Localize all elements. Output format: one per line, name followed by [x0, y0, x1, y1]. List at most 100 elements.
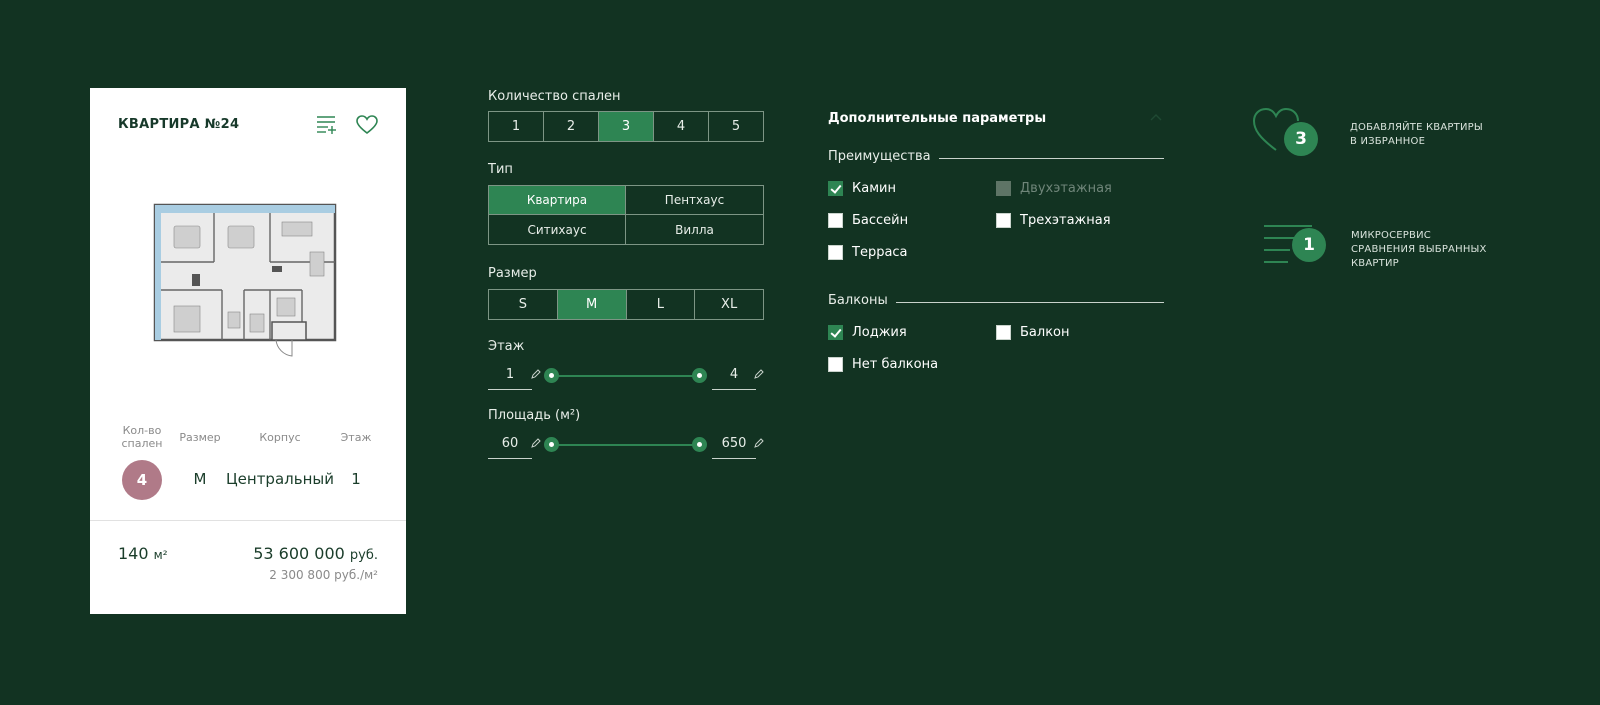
floor-max-handle[interactable] — [692, 368, 707, 383]
checkbox-label: Лоджия — [852, 325, 907, 340]
heart-icon[interactable] — [355, 114, 379, 136]
checkbox-box[interactable] — [828, 181, 843, 196]
floor-range: 1 4 — [488, 362, 764, 392]
favorites-promo-text: ДОБАВЛЯЙТЕ КВАРТИРЫ В ИЗБРАННОЕ — [1350, 121, 1490, 149]
checkbox-label: Бассейн — [852, 213, 909, 228]
checkbox-box[interactable] — [996, 181, 1011, 196]
floor-min-handle[interactable] — [544, 368, 559, 383]
price-per-m2: 2 300 800 руб./м² — [269, 568, 378, 582]
checkbox-label: Терраса — [852, 245, 908, 260]
advantages-title: Преимущества — [828, 149, 939, 164]
compare-count-badge: 1 — [1292, 228, 1326, 262]
advantages-header: Преимущества — [828, 149, 1164, 165]
price-unit: руб. — [349, 548, 378, 563]
checkbox-box[interactable] — [996, 213, 1011, 228]
type-option-cityhouse[interactable]: Ситихаус — [489, 215, 626, 244]
area-range: 60 650 — [488, 431, 764, 461]
size-filter-label: Размер — [488, 266, 537, 281]
checkbox-fireplace[interactable]: Камин — [828, 181, 896, 196]
bedrooms-label: Кол-во спален — [121, 424, 163, 450]
building-label: Корпус — [259, 431, 301, 444]
spec-labels: Кол-во спален Размер Корпус Этаж — [90, 424, 406, 454]
pencil-icon — [531, 369, 541, 379]
price-value: 53 600 000 — [253, 544, 345, 563]
bedrooms-option-1[interactable]: 1 — [489, 112, 544, 141]
pencil-icon — [754, 369, 764, 379]
checkbox-two-storey[interactable]: Двухэтажная — [996, 181, 1112, 196]
checkbox-label: Балкон — [1020, 325, 1070, 340]
checkbox-box[interactable] — [828, 357, 843, 372]
additional-params-title[interactable]: Дополнительные параметры — [828, 111, 1046, 126]
checkbox-three-storey[interactable]: Трехэтажная — [996, 213, 1111, 228]
area-min-input[interactable]: 60 — [488, 431, 532, 459]
size-option-s[interactable]: S — [489, 290, 558, 319]
checkbox-box[interactable] — [828, 245, 843, 260]
bedrooms-option-4[interactable]: 4 — [654, 112, 709, 141]
checkbox-pool[interactable]: Бассейн — [828, 213, 908, 228]
bedrooms-option-3[interactable]: 3 — [599, 112, 654, 141]
floor-slider-track[interactable] — [551, 375, 699, 377]
card-title: КВАРТИРА №24 — [118, 117, 240, 132]
balconies-title: Балконы — [828, 293, 896, 308]
checkbox-loggia[interactable]: Лоджия — [828, 325, 907, 340]
compare-promo[interactable]: 1 МИКРОСЕРВИС СРАВНЕНИЯ ВЫБРАННЫХ КВАРТИ… — [1262, 224, 1486, 284]
compare-promo-text: МИКРОСЕРВИС СРАВНЕНИЯ ВЫБРАННЫХ КВАРТИР — [1351, 229, 1491, 271]
type-option-apartment[interactable]: Квартира — [489, 186, 626, 215]
price: 53 600 000 руб. — [253, 544, 378, 563]
spec-values: 4 M Центральный 1 — [90, 460, 406, 502]
area-slider-track[interactable] — [551, 444, 699, 446]
floor-label: Этаж — [340, 431, 372, 444]
card-divider — [90, 520, 406, 521]
type-option-villa[interactable]: Вилла — [626, 215, 763, 244]
checkbox-label: Трехэтажная — [1020, 213, 1111, 228]
compare-text-line: КВАРТИР — [1351, 258, 1399, 269]
favorites-text-line: ДОБАВЛЯЙТЕ КВАРТИРЫ — [1350, 122, 1483, 133]
size-value: M — [193, 470, 207, 488]
compare-text-line: СРАВНЕНИЯ ВЫБРАННЫХ — [1351, 244, 1487, 255]
area-value: 140 — [118, 544, 149, 563]
floor-value: 1 — [351, 470, 361, 488]
type-filter-label: Тип — [488, 162, 513, 177]
area: 140 м² — [118, 544, 168, 563]
checkbox-box[interactable] — [828, 325, 843, 340]
bedrooms-selector: 1 2 3 4 5 — [488, 111, 764, 142]
type-selector: Квартира Пентхаус Ситихаус Вилла — [488, 185, 764, 245]
bedrooms-filter-label: Количество спален — [488, 89, 621, 104]
favorites-count-badge: 3 — [1284, 122, 1318, 156]
compare-text-line: МИКРОСЕРВИС — [1351, 230, 1431, 241]
pencil-icon — [531, 438, 541, 448]
floor-min-input[interactable]: 1 — [488, 362, 532, 390]
checkbox-label: Нет балкона — [852, 357, 939, 372]
area-min-handle[interactable] — [544, 437, 559, 452]
size-label: Размер — [179, 431, 221, 444]
building-value: Центральный — [226, 470, 334, 488]
floor-plan-image — [153, 203, 337, 357]
area-filter-label: Площадь (м²) — [488, 408, 581, 423]
checkbox-terrace[interactable]: Терраса — [828, 245, 908, 260]
checkbox-label: Двухэтажная — [1020, 181, 1112, 196]
size-option-l[interactable]: L — [627, 290, 696, 319]
floor-max-input[interactable]: 4 — [712, 362, 756, 390]
apartment-card[interactable]: КВАРТИРА №24 Кол-во спален Размер Корпус… — [90, 88, 406, 614]
size-option-xl[interactable]: XL — [695, 290, 763, 319]
bedrooms-option-5[interactable]: 5 — [709, 112, 763, 141]
area-max-input[interactable]: 650 — [712, 431, 756, 459]
balconies-header: Балконы — [828, 293, 1164, 309]
area-unit: м² — [153, 548, 168, 562]
bedrooms-badge: 4 — [122, 460, 162, 500]
compare-list-icon[interactable] — [315, 114, 339, 136]
size-selector: S M L XL — [488, 289, 764, 320]
favorites-text-line: В ИЗБРАННОЕ — [1350, 136, 1426, 147]
favorites-promo[interactable]: 3 ДОБАВЛЯЙТЕ КВАРТИРЫ В ИЗБРАННОЕ — [1252, 108, 1483, 160]
checkbox-box[interactable] — [996, 325, 1011, 340]
floor-filter-label: Этаж — [488, 339, 525, 354]
checkbox-balcony[interactable]: Балкон — [996, 325, 1070, 340]
checkbox-box[interactable] — [828, 213, 843, 228]
area-max-handle[interactable] — [692, 437, 707, 452]
chevron-up-icon[interactable] — [1150, 113, 1162, 121]
checkbox-no-balcony[interactable]: Нет балкона — [828, 357, 938, 372]
size-option-m[interactable]: M — [557, 290, 627, 319]
type-option-penthouse[interactable]: Пентхаус — [626, 186, 763, 215]
checkbox-label: Камин — [852, 181, 896, 196]
bedrooms-option-2[interactable]: 2 — [544, 112, 599, 141]
